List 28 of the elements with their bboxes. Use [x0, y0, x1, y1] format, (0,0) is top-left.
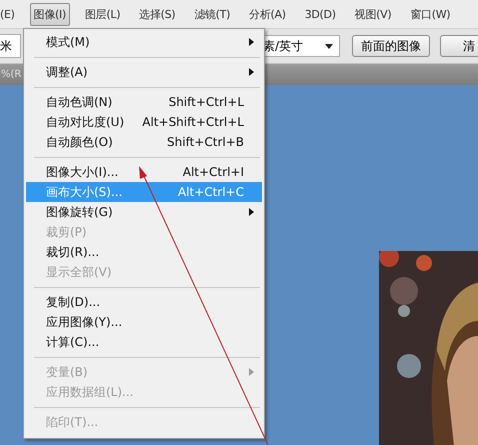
menu-item[interactable]: 调整(A)	[26, 62, 262, 82]
caret-icon	[325, 44, 333, 48]
menu-title[interactable]: (E)	[0, 4, 19, 24]
submenu-arrow-icon	[249, 68, 254, 76]
menu-title[interactable]: 选择(S)	[135, 2, 180, 26]
menu-item[interactable]: 自动颜色(O) Shift+Ctrl+B	[26, 132, 262, 152]
menu-item[interactable]: 自动对比度(U) Alt+Shift+Ctrl+L	[26, 112, 262, 132]
submenu-arrow-icon	[249, 368, 254, 376]
submenu-arrow-icon	[249, 208, 254, 216]
menu-title[interactable]: 窗口(W)	[406, 2, 454, 26]
menu-item[interactable]: 裁切(R)...	[26, 242, 262, 262]
menu-item[interactable]: 图像大小(I)... Alt+Ctrl+I	[26, 162, 262, 182]
toolbar-button[interactable]: 前面的图像	[352, 35, 430, 57]
menu-item[interactable]: 计算(C)...	[26, 332, 262, 352]
menu-title[interactable]: 图像(I)	[30, 2, 70, 26]
menu-item[interactable]: 图像旋转(G)	[26, 202, 262, 222]
menu-item[interactable]: 自动色调(N) Shift+Ctrl+L	[26, 92, 262, 112]
menu-item[interactable]: 应用图像(Y)...	[26, 312, 262, 332]
unit-field[interactable]: 米	[0, 34, 21, 58]
menu-title[interactable]: 图层(L)	[80, 2, 124, 26]
menu-item[interactable]: 模式(M)	[26, 32, 262, 52]
menu-item[interactable]: 复制(D)...	[26, 292, 262, 312]
menu-title[interactable]: 3D(D)	[300, 4, 340, 24]
menu-title[interactable]: 滤镜(T)	[190, 2, 234, 26]
menu-title[interactable]: 分析(A)	[245, 2, 290, 26]
menu-title[interactable]: 视图(V)	[350, 2, 396, 26]
toolbar-button[interactable]: 清	[440, 35, 478, 57]
submenu-arrow-icon	[249, 38, 254, 46]
